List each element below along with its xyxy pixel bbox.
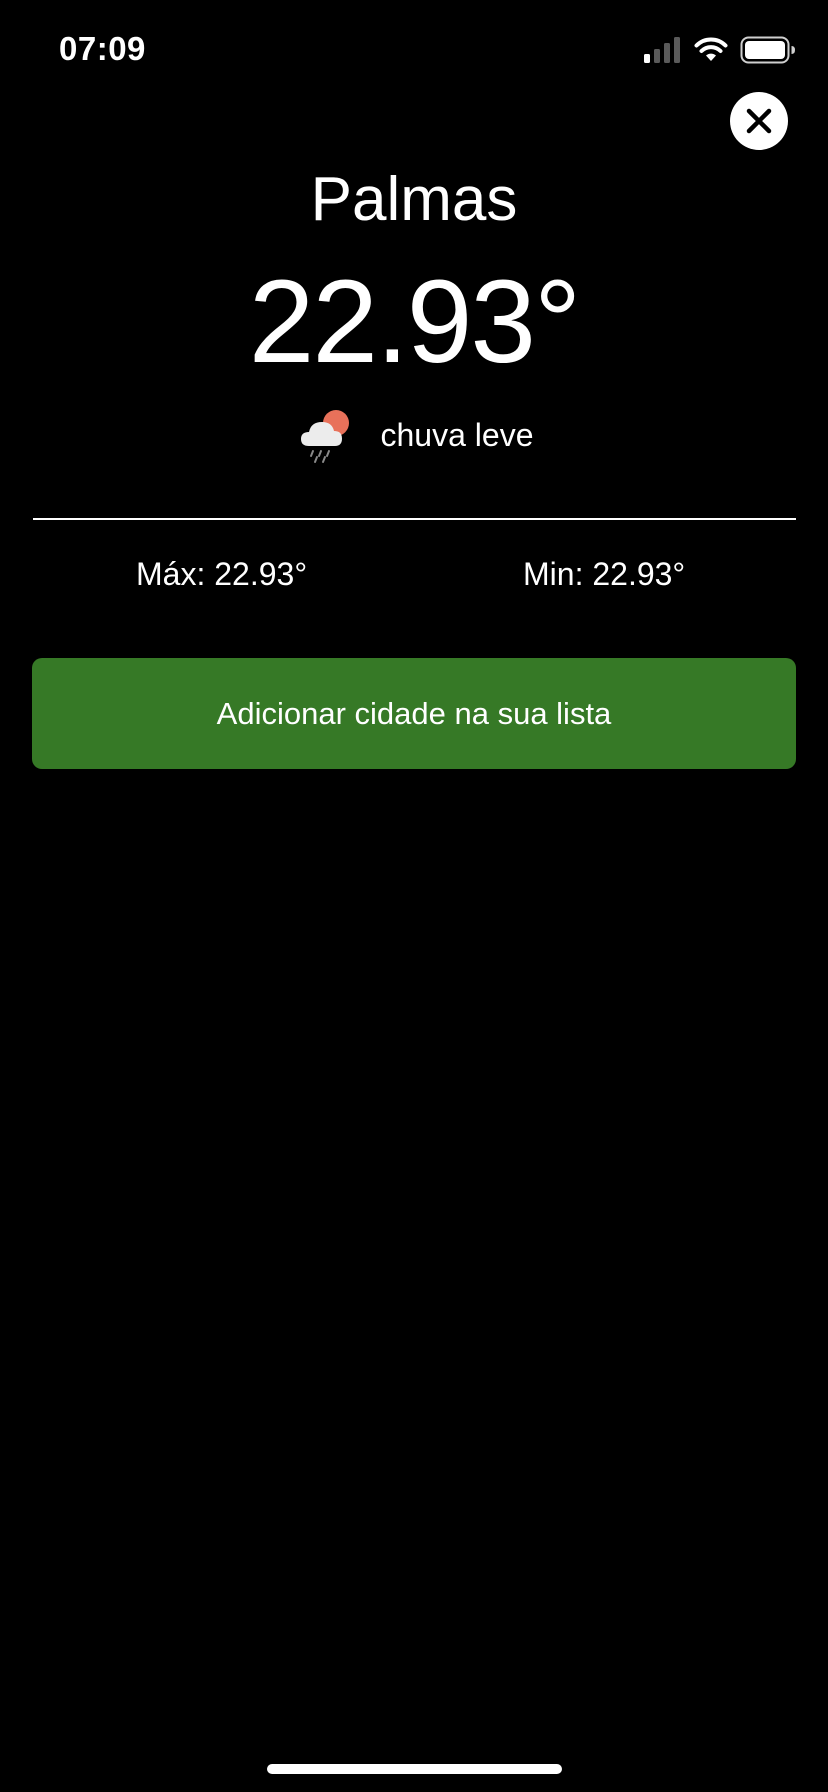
max-temperature: Máx: 22.93°	[136, 556, 308, 592]
cloud-sun-rain-icon	[295, 406, 357, 464]
home-indicator[interactable]	[267, 1764, 562, 1774]
city-name: Palmas	[310, 165, 518, 234]
close-button[interactable]	[730, 92, 788, 150]
battery-icon	[740, 36, 795, 64]
current-temperature: 22.93°	[248, 256, 581, 388]
close-icon	[746, 108, 772, 134]
min-temperature: Min: 22.93°	[523, 556, 686, 592]
condition-text: chuva leve	[380, 417, 534, 453]
status-icons	[644, 36, 796, 64]
weather-condition: chuva leve	[0, 406, 828, 464]
cellular-signal-icon	[644, 37, 680, 63]
status-time: 07:09	[59, 30, 146, 67]
divider	[33, 518, 796, 520]
add-city-button[interactable]: Adicionar cidade na sua lista	[32, 658, 796, 769]
status-bar: 07:09	[0, 0, 828, 100]
wifi-icon	[694, 37, 728, 61]
